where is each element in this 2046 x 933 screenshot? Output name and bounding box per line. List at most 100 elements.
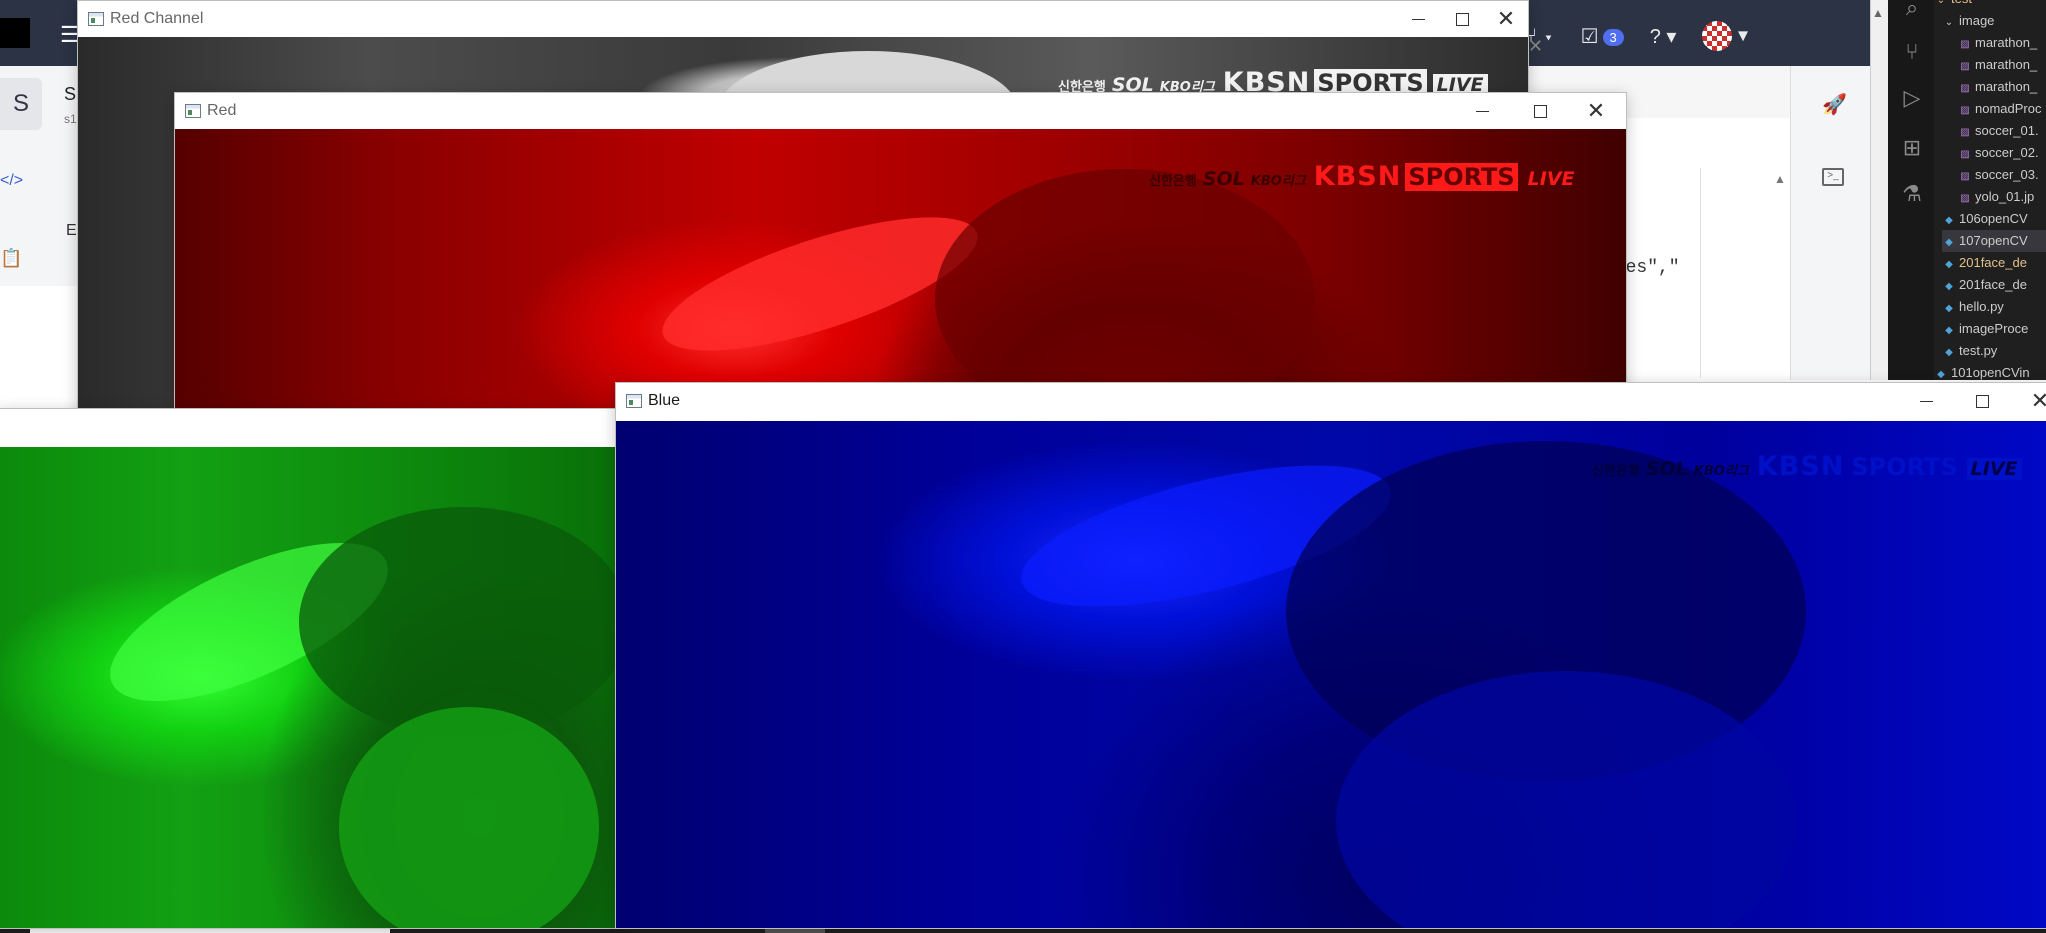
- python-file-icon: ◆: [1945, 215, 1953, 226]
- explorer-item[interactable]: ◆ 201face_de: [1942, 252, 2046, 274]
- explorer-item[interactable]: ◆ 107openCV: [1942, 230, 2046, 252]
- scroll-up-arrow-icon[interactable]: ▲: [1774, 172, 1786, 186]
- explorer-item[interactable]: ▨ marathon_: [1958, 54, 2046, 76]
- python-file-icon: ◆: [1945, 347, 1953, 358]
- explorer-item-label: 201face_de: [1959, 255, 2027, 270]
- explorer-item[interactable]: ◆ 101openCVin: [1934, 362, 2046, 384]
- minimize-button[interactable]: [1398, 5, 1438, 33]
- explorer-item[interactable]: ◆ hello.py: [1942, 296, 2046, 318]
- red-channel-image: 신한은행 SOL KBO리그 KBSN SPORTS LIVE: [175, 129, 1626, 413]
- explorer-item[interactable]: ▨ marathon_: [1958, 32, 2046, 54]
- left-nav-label[interactable]: E: [66, 222, 77, 240]
- image-file-icon: ▨: [1960, 39, 1970, 50]
- close-button[interactable]: ✕: [1576, 97, 1616, 125]
- image-file-icon: ▨: [1960, 127, 1970, 138]
- explorer-item[interactable]: ▨ soccer_02.: [1958, 142, 2046, 164]
- clipboard-icon[interactable]: 📋: [0, 248, 22, 269]
- explorer-item-label: 201face_de: [1959, 277, 2027, 292]
- maximize-button[interactable]: [1442, 5, 1482, 33]
- explorer-item-label: soccer_02.: [1975, 145, 2039, 160]
- page-scrollbar[interactable]: [1870, 0, 1889, 380]
- window-app-icon: [88, 12, 104, 26]
- window-app-icon: [185, 104, 201, 118]
- window-title: Blue: [648, 392, 681, 409]
- broadcast-logo: 신한은행 SOL KBO리그 KBSN SPORTS LIVE: [1592, 451, 2022, 482]
- image-file-icon: ▨: [1960, 149, 1970, 160]
- python-file-icon: ◆: [1945, 281, 1953, 292]
- python-file-icon: ◆: [1945, 325, 1953, 336]
- explorer-item-label: imageProce: [1959, 321, 2029, 336]
- face-highlight: [339, 707, 599, 928]
- explorer-item[interactable]: ▨ yolo_01.jp: [1958, 186, 2046, 208]
- image-file-icon: ▨: [1960, 105, 1970, 116]
- terminal-icon[interactable]: >_: [1822, 168, 1844, 186]
- maximize-button[interactable]: [1962, 387, 2002, 415]
- image-file-icon: ▨: [1960, 83, 1970, 94]
- explorer-item-label: nomadProc: [1975, 101, 2042, 116]
- window-title-bar[interactable]: Red Channel ✕: [78, 1, 1528, 37]
- run-debug-icon[interactable]: ▷: [1900, 86, 1924, 110]
- app-logo[interactable]: [0, 18, 30, 48]
- explorer-item[interactable]: ▨ soccer_03.: [1958, 164, 2046, 186]
- window-app-icon: [626, 394, 642, 408]
- broadcast-logo: 신한은행 SOL KBO리그 KBSN SPORTS LIVE: [1149, 161, 1575, 192]
- code-icon[interactable]: </>: [0, 172, 23, 190]
- rocket-icon[interactable]: 🚀: [1822, 92, 1847, 117]
- window-title-bar[interactable]: Blue ✕: [616, 383, 2046, 421]
- minimize-button[interactable]: [1906, 387, 1946, 415]
- blue-channel-image: 신한은행 SOL KBO리그 KBSN SPORTS LIVE: [616, 421, 2046, 928]
- left-white-strip: [0, 286, 80, 326]
- minimize-button[interactable]: [1462, 97, 1502, 125]
- help-icon[interactable]: ? ▾: [1650, 24, 1677, 49]
- explorer-item-label: soccer_01.: [1975, 123, 2039, 138]
- project-sub: s1: [64, 112, 77, 126]
- explorer-item[interactable]: ◆ imageProce: [1942, 318, 2046, 340]
- explorer-item[interactable]: ◆ 201face_de: [1942, 274, 2046, 296]
- testing-flask-icon[interactable]: ⚗: [1900, 182, 1924, 206]
- window-title-bar[interactable]: [0, 409, 617, 445]
- maximize-button[interactable]: [1520, 97, 1560, 125]
- explorer-item-label: yolo_01.jp: [1975, 189, 2035, 204]
- search-icon[interactable]: ⌕: [1900, 0, 1924, 20]
- explorer-item-label: image: [1959, 13, 1995, 28]
- window-red[interactable]: Red ✕ 신한은행 SOL KBO리그 KBSN SPORTS LIVE: [174, 92, 1627, 414]
- python-file-icon: ◆: [1945, 237, 1953, 248]
- explorer-item[interactable]: ◆ test.py: [1942, 340, 2046, 362]
- extensions-icon[interactable]: ⊞: [1900, 136, 1924, 160]
- explorer-item-label: soccer_03.: [1975, 167, 2039, 182]
- close-button[interactable]: ✕: [1486, 5, 1526, 33]
- explorer-item-label: test: [1951, 0, 1972, 6]
- cap-shadow: [935, 169, 1315, 413]
- project-name[interactable]: S: [64, 84, 76, 105]
- explorer-item-label: test.py: [1959, 343, 1998, 358]
- explorer-item-label: 106openCV: [1959, 211, 2028, 226]
- project-avatar[interactable]: S: [0, 78, 42, 130]
- image-file-icon: ▨: [1960, 61, 1970, 72]
- explorer-item[interactable]: ▨ marathon_: [1958, 76, 2046, 98]
- explorer-item-label: 107openCV: [1959, 233, 2028, 248]
- window-blue[interactable]: Blue ✕ 신한은행SOLKBO리그KBSNSPORTSLIVE: [615, 382, 2046, 929]
- image-file-icon: ▨: [1960, 171, 1970, 182]
- close-tab-icon[interactable]: ✕: [1528, 36, 1543, 57]
- explorer-item[interactable]: ▨ soccer_01.: [1958, 120, 2046, 142]
- explorer-item[interactable]: ⌄test: [1934, 0, 2046, 10]
- top-toolbar: ⑂ ▾ ☑ 3 ? ▾ ▾: [1525, 20, 1748, 52]
- page-scroll-up-icon[interactable]: ▲: [1872, 6, 1884, 20]
- python-file-icon: ◆: [1945, 259, 1953, 270]
- editor-ruler: [1700, 168, 1701, 378]
- window-title-bar[interactable]: Red ✕: [175, 93, 1626, 129]
- source-control-icon[interactable]: ⑂: [1900, 40, 1924, 64]
- explorer-item[interactable]: ◆ 106openCV: [1942, 208, 2046, 230]
- user-menu[interactable]: ▾: [1702, 21, 1748, 51]
- chevron-down-icon: ⌄: [1944, 17, 1954, 28]
- todo-icon[interactable]: ☑ 3: [1581, 24, 1624, 49]
- file-explorer: ⌄test ⌄ image ▨ marathon_ ▨ marathon_ ▨ marathon…: [1934, 0, 2046, 380]
- window-green[interactable]: [0, 408, 618, 929]
- close-button[interactable]: ✕: [2020, 387, 2046, 415]
- explorer-item-label: hello.py: [1959, 299, 2004, 314]
- image-file-icon: ▨: [1960, 193, 1970, 204]
- avatar: [1702, 21, 1733, 51]
- explorer-item[interactable]: ⌄ image: [1942, 10, 2046, 32]
- todo-count-badge: 3: [1602, 28, 1624, 46]
- explorer-item[interactable]: ▨ nomadProc: [1958, 98, 2046, 120]
